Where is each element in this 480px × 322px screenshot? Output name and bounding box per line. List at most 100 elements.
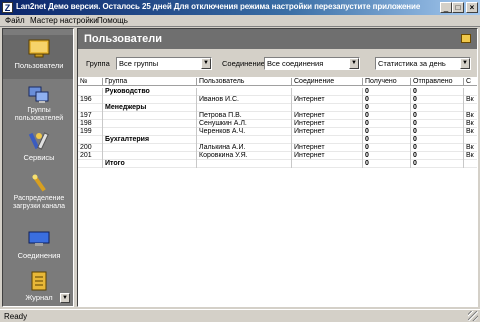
table-row[interactable]: 198 Сенушкин А.Л. Интернет 0 0 Вк: [78, 120, 477, 128]
cell-received: 0: [363, 128, 411, 136]
cell-no: 198: [78, 120, 103, 128]
table-header: № Группа Пользователь Соединение Получен…: [78, 78, 477, 86]
panel-header: Пользователи: [78, 29, 477, 49]
cell-sent: 0: [411, 104, 464, 112]
cell-sent: 0: [411, 112, 464, 120]
connection-select-value: Все соединения: [267, 59, 324, 68]
cell-group: [103, 96, 197, 104]
group-select[interactable]: Все группы ▼: [116, 57, 212, 70]
total-row[interactable]: Итого 0 0: [78, 160, 477, 168]
cell-no: 196: [78, 96, 103, 104]
group-row[interactable]: Бухгалтерия 0 0: [78, 136, 477, 144]
sidebar: Пользователи Группы пользователей Сервис…: [2, 28, 74, 307]
filter-bar: Группа Все группы ▼ Соединение Все соеди…: [78, 49, 477, 77]
chevron-down-icon[interactable]: ▼: [201, 58, 211, 69]
sidebar-item-connections[interactable]: Соединения: [3, 225, 73, 265]
table-row[interactable]: 200 Лалькина А.И. Интернет 0 0 Вк: [78, 144, 477, 152]
status-text: Ready: [4, 312, 28, 321]
cell-connection: Интернет: [292, 112, 363, 120]
sidebar-scroll-down-button[interactable]: ▼: [60, 293, 70, 303]
close-button[interactable]: ×: [466, 2, 478, 13]
cell-status: Вк: [464, 144, 477, 152]
column-header-connection[interactable]: Соединение: [292, 78, 363, 86]
cell-group: Итого: [103, 160, 197, 168]
cell-received: 0: [363, 88, 411, 96]
group-row[interactable]: Руководство 0 0: [78, 88, 477, 96]
connection-select[interactable]: Все соединения ▼: [264, 57, 360, 70]
column-header-no[interactable]: №: [78, 78, 103, 86]
group-row[interactable]: Менеджеры 0 0: [78, 104, 477, 112]
menu-help[interactable]: Помощь: [97, 16, 128, 25]
group-select-value: Все группы: [119, 59, 159, 68]
cell-connection: Интернет: [292, 144, 363, 152]
maximize-button[interactable]: □: [452, 2, 464, 13]
cell-received: 0: [363, 160, 411, 168]
resize-grip[interactable]: [468, 311, 478, 321]
monitor-icon: [28, 39, 50, 59]
cell-received: 0: [363, 96, 411, 104]
chevron-down-icon[interactable]: ▼: [349, 58, 359, 69]
cell-received: 0: [363, 152, 411, 160]
cell-received: 0: [363, 112, 411, 120]
cell-group: [103, 112, 197, 120]
table-row[interactable]: 197 Петрова П.В. Интернет 0 0 Вк: [78, 112, 477, 120]
cell-connection: Интернет: [292, 96, 363, 104]
cell-connection: Интернет: [292, 152, 363, 160]
sidebar-item-label: Группы пользователей: [14, 107, 64, 122]
cell-group: [103, 128, 197, 136]
cell-status: Вк: [464, 120, 477, 128]
column-header-sent[interactable]: Отправлено: [411, 78, 464, 86]
sidebar-item-bandwidth[interactable]: Распределение загрузки канала: [3, 169, 73, 219]
notes-icon[interactable]: [461, 34, 471, 43]
cell-user: [197, 88, 292, 96]
sidebar-item-services[interactable]: Сервисы: [3, 127, 73, 167]
cell-received: 0: [363, 120, 411, 128]
group-filter-label: Группа: [86, 59, 110, 68]
cell-status: Вк: [464, 112, 477, 120]
cell-status: Вк: [464, 152, 477, 160]
sidebar-item-users[interactable]: Пользователи: [3, 35, 73, 79]
cell-group: Бухгалтерия: [103, 136, 197, 144]
cell-received: 0: [363, 104, 411, 112]
menu-file[interactable]: Файл: [5, 16, 25, 25]
cell-no: [78, 136, 103, 144]
column-header-received[interactable]: Получено: [363, 78, 411, 86]
cell-status: Вк: [464, 128, 477, 136]
cell-group: Руководство: [103, 88, 197, 96]
table-row[interactable]: 199 Черенков А.Ч. Интернет 0 0 Вк: [78, 128, 477, 136]
cell-connection: Интернет: [292, 128, 363, 136]
menu-setup-wizard[interactable]: Мастер настройки: [30, 16, 98, 25]
table-row[interactable]: 201 Коровкина У.Я. Интернет 0 0 Вк: [78, 152, 477, 160]
cell-user: Сенушкин А.Л.: [197, 120, 292, 128]
cell-sent: 0: [411, 136, 464, 144]
wand-icon: [28, 173, 50, 193]
cell-user: Лалькина А.И.: [197, 144, 292, 152]
stats-period-select[interactable]: Статистика за день ▼: [375, 57, 471, 70]
cell-status: [464, 88, 477, 96]
cell-user: [197, 136, 292, 144]
cell-no: 199: [78, 128, 103, 136]
cell-status: Вк: [464, 96, 477, 104]
column-header-group[interactable]: Группа: [103, 78, 197, 86]
column-header-status[interactable]: С: [464, 78, 477, 86]
menu-bar: Файл Мастер настройки Помощь: [0, 15, 480, 27]
sidebar-item-user-groups[interactable]: Группы пользователей: [3, 81, 73, 125]
sidebar-item-label: Сервисы: [23, 153, 55, 162]
cell-no: 197: [78, 112, 103, 120]
cell-no: [78, 88, 103, 96]
minimize-button[interactable]: _: [440, 2, 452, 13]
table-row[interactable]: 196 Иванов И.С. Интернет 0 0 Вк: [78, 96, 477, 104]
cell-status: [464, 136, 477, 144]
cell-user: Иванов И.С.: [197, 96, 292, 104]
tools-icon: [28, 131, 50, 151]
cell-sent: 0: [411, 128, 464, 136]
app-icon: Z: [2, 2, 13, 13]
chevron-down-icon[interactable]: ▼: [460, 58, 470, 69]
window-title: Lan2net Демо версия. Осталось 25 дней Дл…: [16, 2, 421, 11]
title-bar[interactable]: Z Lan2net Демо версия. Осталось 25 дней …: [0, 0, 480, 15]
cell-group: [103, 144, 197, 152]
column-header-user[interactable]: Пользователь: [197, 78, 292, 86]
cell-sent: 0: [411, 152, 464, 160]
stats-period-value: Статистика за день: [378, 59, 446, 68]
cell-user: Коровкина У.Я.: [197, 152, 292, 160]
